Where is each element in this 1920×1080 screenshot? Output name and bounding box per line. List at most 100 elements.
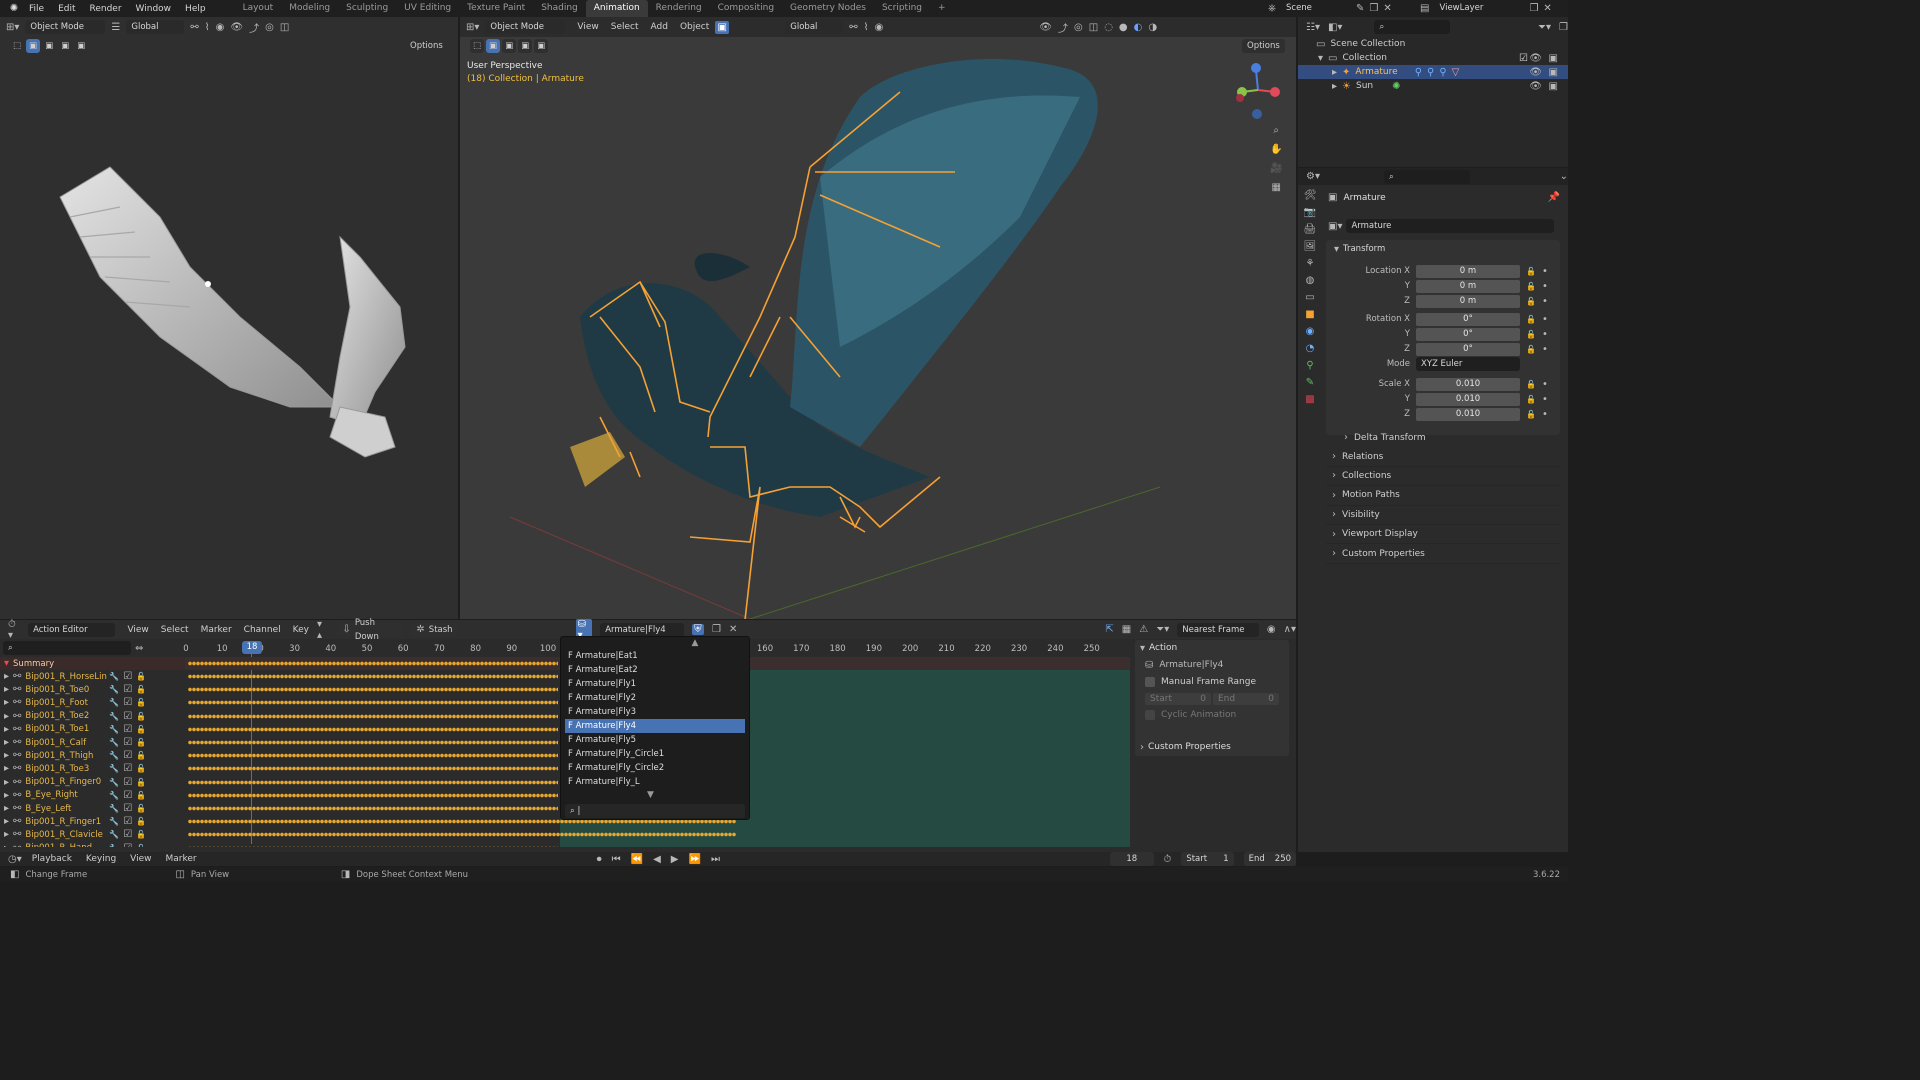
rotation-lock-icon[interactable]: 🔓 (1526, 315, 1536, 324)
channel-checkbox-icon[interactable]: ☑ (123, 684, 132, 695)
scene-tab-icon[interactable]: ⚘ (1306, 258, 1315, 269)
action-option[interactable]: F Armature|Fly_Circle2 (565, 761, 745, 775)
tab-scripting[interactable]: Scripting (874, 0, 930, 17)
channel-checkbox-icon[interactable]: ☑ (123, 724, 132, 735)
scale-lock-icon[interactable]: 🔓 (1526, 380, 1536, 389)
rotation-lock-icon[interactable]: 🔓 (1526, 345, 1536, 354)
tab-texture-paint[interactable]: Texture Paint (459, 0, 533, 17)
keyframe-dot-icon[interactable]: • (1542, 379, 1548, 390)
view-layer-tab-icon[interactable]: 🖼 (1304, 241, 1317, 252)
ae-menu-view[interactable]: View (127, 625, 148, 635)
wrench-icon[interactable]: 🔧 (109, 778, 119, 787)
only-errors-icon[interactable]: ⚠ (1139, 624, 1148, 635)
object-name-field[interactable]: Armature (1346, 219, 1555, 233)
wrench-icon[interactable]: 🔧 (109, 685, 119, 694)
orientation-dropdown[interactable]: Global (126, 20, 185, 34)
channel-row[interactable]: ▸ ⚯ Bip001_R_Foot 🔧 ☑ 🔓 (0, 696, 185, 709)
eye-icon[interactable]: 👁 (1529, 67, 1542, 78)
collection-tab-icon[interactable]: ▭ (1305, 292, 1314, 303)
wrench-icon[interactable]: 🔧 (109, 751, 119, 760)
expand-arrow-icon[interactable]: ▸ (4, 790, 9, 801)
lock-icon[interactable]: 🔓 (136, 738, 146, 747)
section-viewport-display[interactable]: › Viewport Display (1326, 525, 1560, 545)
delete-scene-icon[interactable]: ✕ (1383, 3, 1391, 14)
blender-logo-icon[interactable]: ✺ (6, 3, 22, 14)
channel-row[interactable]: ▸ ⚯ Bip001_R_Finger1 🔧 ☑ 🔓 (0, 815, 185, 828)
editor-type-icon[interactable]: ⊞▾ (6, 22, 19, 33)
delete-viewlayer-icon[interactable]: ✕ (1543, 3, 1551, 14)
scale-lock-icon[interactable]: 🔓 (1526, 410, 1536, 419)
camera-render-icon[interactable]: ▣ (1549, 67, 1558, 78)
lock-icon[interactable]: 🔓 (136, 672, 146, 681)
lock-icon[interactable]: 🔓 (136, 844, 146, 847)
expand-arrow-icon[interactable]: ▸ (4, 684, 9, 695)
editor-type-icon[interactable]: ☷▾ (1306, 22, 1320, 33)
expand-arrow-icon[interactable]: ▸ (4, 816, 9, 827)
tab-geometry-nodes[interactable]: Geometry Nodes (782, 0, 874, 17)
location-field[interactable]: 0 m (1416, 294, 1520, 308)
jump-end-icon[interactable]: ⏭ (711, 854, 720, 865)
xray-icon[interactable]: ◫ (280, 22, 289, 33)
channel-row[interactable]: ▸ ⚯ Bip001_R_Toe2 🔧 ☑ 🔓 (0, 710, 185, 723)
action-option[interactable]: F Armature|Eat1 (565, 649, 745, 663)
proportional-icon[interactable]: ◉ (216, 22, 225, 33)
tab-modeling[interactable]: Modeling (281, 0, 338, 17)
channel-row[interactable]: ▸ ⚯ Bip001_R_Toe3 🔧 ☑ 🔓 (0, 762, 185, 775)
manual-range-checkbox[interactable] (1145, 677, 1155, 687)
lock-icon[interactable]: 🔓 (136, 804, 146, 813)
ae-menu-marker[interactable]: Marker (201, 625, 232, 635)
options-button[interactable]: Options (405, 39, 448, 53)
ae-menu-channel[interactable]: Channel (244, 625, 281, 635)
viewlayer-selector[interactable]: ▤ ViewLayer ❐ ✕ (1420, 1, 1552, 15)
timeline-menu-view[interactable]: View (130, 854, 151, 864)
action-option[interactable]: F Armature|Eat2 (565, 663, 745, 677)
output-tab-icon[interactable]: 🖨 (1304, 224, 1317, 235)
wrench-icon[interactable]: 🔧 (109, 738, 119, 747)
outliner-item-armature[interactable]: ▸ ✦ Armature ⚲ ⚲ ⚲ ▽ 👁 ▣ (1298, 65, 1568, 79)
play-icon[interactable]: ▶ (671, 854, 679, 865)
expand-arrow-icon[interactable]: ▸ (4, 671, 9, 682)
scene-name-field[interactable]: Scene (1281, 1, 1351, 15)
select-invert-icon[interactable]: ▣ (74, 39, 89, 53)
fake-user-icon[interactable]: ⛨ (691, 624, 705, 635)
action-dropdown-search[interactable]: ⌕ | (565, 804, 745, 818)
scale-field[interactable]: 0.010 (1416, 392, 1520, 406)
wrench-icon[interactable]: 🔧 (109, 698, 119, 707)
eye-icon[interactable]: 👁 (1529, 81, 1542, 92)
duplicate-action-icon[interactable]: ❐ (712, 624, 721, 635)
add-workspace-button[interactable]: + (930, 0, 954, 17)
summary-keyframes[interactable] (188, 657, 558, 670)
collection-row[interactable]: ▾ ▭ Collection ☑ 👁 ▣ (1298, 51, 1568, 65)
lock-icon[interactable]: 🔓 (136, 817, 146, 826)
clock-icon[interactable]: ⏱ (1164, 854, 1172, 865)
channel-keyframes[interactable] (188, 736, 558, 749)
lock-icon[interactable]: 🔓 (136, 698, 146, 707)
pivot-icon[interactable]: ⚯ (190, 22, 198, 33)
new-viewlayer-icon[interactable]: ❐ (1529, 3, 1538, 14)
overlay-icon[interactable]: ◎ (265, 22, 274, 33)
rotation-field[interactable]: 0° (1416, 342, 1520, 356)
filter-icon[interactable]: ⏷▾ (1156, 624, 1169, 635)
channel-keyframes[interactable] (188, 670, 558, 683)
channel-checkbox-icon[interactable]: ☑ (123, 816, 132, 827)
channel-keyframes[interactable] (188, 788, 558, 802)
location-field[interactable]: 0 m (1416, 264, 1520, 278)
expand-arrow-icon[interactable]: ▸ (4, 763, 9, 774)
gizmo-icon[interactable]: ⤴ (249, 20, 259, 35)
keyframe-up-icon[interactable]: ▾ ▴ (317, 619, 329, 641)
tab-layout[interactable]: Layout (235, 0, 282, 17)
new-scene-icon[interactable]: ❐ (1369, 3, 1378, 14)
channel-checkbox-icon[interactable]: ☑ (123, 790, 132, 801)
visibility-icon[interactable]: 👁 (230, 22, 243, 33)
wrench-icon[interactable]: 🔧 (109, 830, 119, 839)
action-name-field[interactable]: Armature|Fly4 (600, 622, 684, 637)
channel-keyframes[interactable] (188, 802, 558, 815)
menu-help[interactable]: Help (178, 4, 213, 14)
editor-type-icon[interactable]: ◷▾ (8, 854, 22, 865)
keyframe-dot-icon[interactable]: • (1542, 266, 1548, 277)
lock-icon[interactable]: 🔓 (136, 764, 146, 773)
snap-icon[interactable]: ⌇ (205, 22, 210, 33)
wrench-icon[interactable]: 🔧 (109, 725, 119, 734)
main-viewport[interactable]: ⊞▾ Object Mode View Select Add Object ▣ Glo… (460, 17, 1296, 619)
section-motion-paths[interactable]: › Motion Paths (1326, 486, 1560, 506)
